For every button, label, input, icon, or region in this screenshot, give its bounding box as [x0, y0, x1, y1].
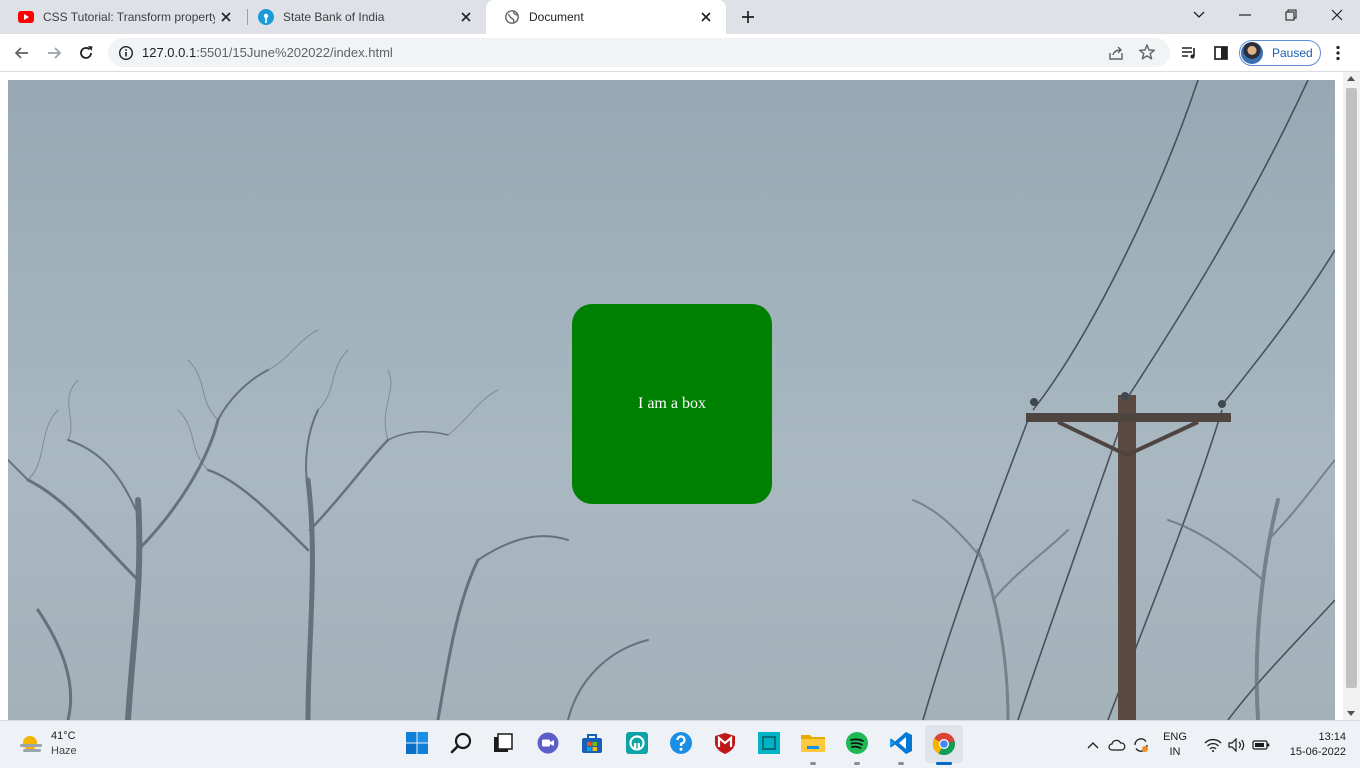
show-hidden-icons-chevron-icon[interactable] [1084, 721, 1102, 768]
profile-status-label: Paused [1272, 46, 1313, 60]
running-indicator [898, 762, 904, 765]
chrome-icon[interactable] [925, 725, 963, 763]
site-info-icon[interactable] [118, 45, 134, 61]
back-button[interactable] [10, 41, 34, 65]
background-image: I am a box [8, 80, 1335, 720]
media-control-icon[interactable] [1177, 41, 1201, 65]
onedrive-cloud-icon[interactable] [1106, 721, 1128, 768]
tab-search-chevron-icon[interactable] [1187, 5, 1211, 25]
profile-button[interactable]: Paused [1239, 40, 1321, 66]
battery-icon[interactable] [1250, 721, 1272, 768]
wifi-icon[interactable] [1202, 721, 1224, 768]
search-icon[interactable] [447, 729, 475, 757]
reload-button[interactable] [74, 41, 98, 65]
help-icon[interactable] [667, 729, 695, 757]
start-icon[interactable] [403, 729, 431, 757]
url-text: 127.0.0.1:5501/15June%202022/index.html [142, 45, 393, 60]
forward-button[interactable] [42, 41, 66, 65]
vertical-scrollbar[interactable] [1343, 72, 1360, 720]
vscode-icon[interactable] [887, 729, 915, 757]
weather-condition: Haze [51, 745, 77, 757]
new-tab-button[interactable] [738, 7, 758, 27]
address-bar[interactable]: 127.0.0.1:5501/15June%202022/index.html [108, 38, 1170, 67]
app-icon[interactable] [623, 729, 651, 757]
active-indicator [936, 762, 952, 765]
clock-time: 13:14 [1318, 731, 1346, 743]
system-clock[interactable]: 13:14 15-06-2022 [1280, 730, 1346, 760]
page-viewport: I am a box [0, 72, 1360, 720]
scrollbar-thumb[interactable] [1346, 88, 1357, 688]
close-tab-icon[interactable] [458, 9, 474, 25]
clock-date: 15-06-2022 [1289, 746, 1346, 758]
tab-state-bank[interactable]: State Bank of India [240, 0, 486, 34]
tab-strip: CSS Tutorial: Transform property State B… [0, 0, 1360, 34]
globe-icon [504, 9, 520, 25]
url-host: 127.0.0.1 [142, 45, 197, 60]
url-path: :5501/15June%202022/index.html [196, 45, 393, 60]
running-indicator [854, 762, 860, 765]
menu-kebab-icon[interactable] [1326, 41, 1350, 65]
tab-title: CSS Tutorial: Transform property [43, 10, 215, 24]
sync-status-icon[interactable] [1130, 721, 1152, 768]
youtube-icon [18, 9, 34, 25]
tab-document[interactable]: Document [486, 0, 726, 34]
close-tab-icon[interactable] [698, 9, 714, 25]
avatar [1241, 42, 1263, 64]
weather-temperature: 41°C [51, 730, 76, 742]
box-text: I am a box [638, 395, 706, 412]
language-code: ENG [1163, 731, 1187, 743]
volume-icon[interactable] [1226, 721, 1248, 768]
teams-chat-icon[interactable] [534, 729, 562, 757]
sbi-icon [258, 9, 274, 25]
bookmark-star-icon[interactable] [1138, 43, 1156, 61]
side-panel-icon[interactable] [1209, 41, 1233, 65]
close-tab-icon[interactable] [218, 9, 234, 25]
scroll-down-arrow-icon[interactable] [1347, 711, 1355, 716]
file-explorer-icon[interactable] [799, 729, 827, 757]
input-language-indicator[interactable]: ENG IN [1160, 730, 1190, 760]
weather-haze-icon [18, 732, 42, 756]
store-icon[interactable] [578, 729, 606, 757]
task-view-icon[interactable] [489, 729, 517, 757]
windows-taskbar: 41°C Haze ENG IN 13:14 15-06-2022 [0, 720, 1360, 768]
minimize-button[interactable] [1233, 5, 1257, 25]
tab-title: Document [529, 10, 584, 24]
tab-title: State Bank of India [283, 10, 385, 24]
weather-widget[interactable]: 41°C Haze [18, 729, 77, 759]
green-box: I am a box [572, 304, 772, 504]
browser-toolbar: 127.0.0.1:5501/15June%202022/index.html … [0, 34, 1360, 72]
running-indicator [810, 762, 816, 765]
mcafee-icon[interactable] [711, 729, 739, 757]
tab-css-tutorial[interactable]: CSS Tutorial: Transform property [0, 0, 246, 34]
app-icon[interactable] [755, 729, 783, 757]
share-icon[interactable] [1107, 44, 1125, 62]
region-code: IN [1169, 746, 1181, 758]
spotify-icon[interactable] [843, 729, 871, 757]
close-window-button[interactable] [1325, 5, 1349, 25]
scroll-up-arrow-icon[interactable] [1347, 76, 1355, 81]
restore-button[interactable] [1279, 5, 1303, 25]
